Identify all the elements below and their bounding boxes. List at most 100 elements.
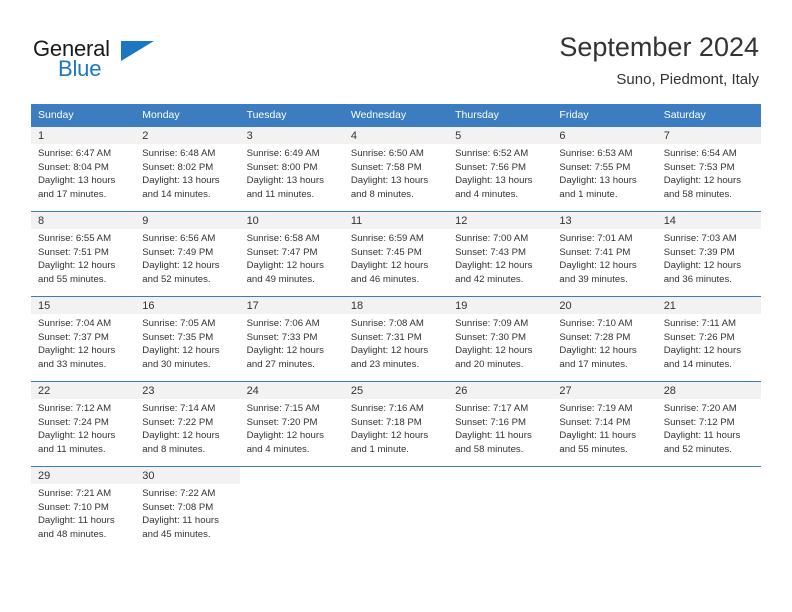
daylight-text-line1: Daylight: 12 hours xyxy=(142,260,220,272)
calendar-week-row: 1 Sunrise: 6:47 AM Sunset: 8:04 PM Daylight… xyxy=(31,126,761,212)
logo-flag-icon xyxy=(121,41,154,61)
day-cell[interactable]: 12 Sunrise: 7:00 AM Sunset: 7:43 PM Dayligh… xyxy=(448,211,553,297)
page-subtitle: Suno, Piedmont, Italy xyxy=(616,71,759,88)
day-cell[interactable]: 8 Sunrise: 6:55 AM Sunset: 7:51 PM Daylight… xyxy=(31,211,136,297)
day-details: Sunrise: 7:09 AM Sunset: 7:30 PM Daylight:… xyxy=(448,314,552,371)
sunrise-text: Sunrise: 7:17 AM xyxy=(455,403,529,414)
day-number: 3 xyxy=(239,127,344,144)
day-number: 10 xyxy=(239,212,344,229)
day-details: Sunrise: 7:15 AM Sunset: 7:20 PM Daylight:… xyxy=(240,399,344,456)
day-details: Sunrise: 7:04 AM Sunset: 7:37 PM Daylight:… xyxy=(31,314,135,371)
daylight-text-line2: and 58 minutes. xyxy=(663,188,732,200)
day-cell[interactable]: 11 Sunrise: 6:59 AM Sunset: 7:45 PM Dayligh… xyxy=(343,211,449,297)
sunset-text: Sunset: 7:10 PM xyxy=(38,501,109,513)
daylight-text-line1: Daylight: 11 hours xyxy=(663,430,741,442)
daylight-text-line1: Daylight: 12 hours xyxy=(38,430,116,442)
day-cell[interactable]: 28 Sunrise: 7:20 AM Sunset: 7:12 PM Dayligh… xyxy=(656,381,761,467)
daylight-text-line1: Daylight: 11 hours xyxy=(559,430,637,442)
calendar-week-row: 15 Sunrise: 7:04 AM Sunset: 7:37 PM Dayligh… xyxy=(31,296,761,382)
sunset-text: Sunset: 7:35 PM xyxy=(142,331,214,343)
sunrise-text: Sunrise: 6:48 AM xyxy=(142,148,216,159)
sunset-text: Sunset: 7:24 PM xyxy=(38,416,109,428)
day-cell[interactable]: 7 Sunrise: 6:54 AM Sunset: 7:53 PM Daylight… xyxy=(656,126,761,212)
page-header: General Blue September 2024 Suno, Piedmo… xyxy=(0,0,792,100)
daylight-text-line1: Daylight: 12 hours xyxy=(663,175,742,187)
day-cell-empty xyxy=(448,466,553,551)
day-cell[interactable]: 14 Sunrise: 7:03 AM Sunset: 7:39 PM Dayligh… xyxy=(656,211,761,297)
daylight-text-line2: and 49 minutes. xyxy=(246,273,315,285)
daylight-text-line2: and 42 minutes. xyxy=(455,273,524,285)
day-cell[interactable]: 6 Sunrise: 6:53 AM Sunset: 7:55 PM Daylight… xyxy=(552,126,657,212)
day-cell[interactable]: 2 Sunrise: 6:48 AM Sunset: 8:02 PM Daylight… xyxy=(135,126,240,212)
generalblue-logo[interactable]: General Blue xyxy=(33,36,213,84)
daylight-text-line1: Daylight: 12 hours xyxy=(38,260,116,272)
day-details: Sunrise: 7:05 AM Sunset: 7:35 PM Daylight:… xyxy=(135,314,239,371)
day-cell-empty xyxy=(239,466,344,551)
daylight-text-line2: and 36 minutes. xyxy=(663,273,732,285)
day-cell[interactable]: 26 Sunrise: 7:17 AM Sunset: 7:16 PM Dayligh… xyxy=(448,381,553,467)
day-cell[interactable]: 3 Sunrise: 6:49 AM Sunset: 8:00 PM Daylight… xyxy=(239,126,344,212)
daylight-text-line2: and 39 minutes. xyxy=(559,273,628,285)
sunrise-text: Sunrise: 6:47 AM xyxy=(38,148,112,159)
daylight-text-line2: and 8 minutes. xyxy=(142,443,206,455)
calendar-table: Sunday Monday Tuesday Wednesday Thursday… xyxy=(31,104,761,551)
day-cell[interactable]: 9 Sunrise: 6:56 AM Sunset: 7:49 PM Daylight… xyxy=(135,211,240,297)
sunrise-text: Sunrise: 7:19 AM xyxy=(559,403,633,414)
day-cell[interactable]: 25 Sunrise: 7:16 AM Sunset: 7:18 PM Dayligh… xyxy=(343,381,449,467)
daylight-text-line1: Daylight: 12 hours xyxy=(246,430,324,442)
day-cell-empty xyxy=(552,466,657,551)
day-cell[interactable]: 4 Sunrise: 6:50 AM Sunset: 7:58 PM Daylight… xyxy=(343,126,449,212)
daylight-text-line2: and 55 minutes. xyxy=(38,273,107,285)
daylight-text-line2: and 52 minutes. xyxy=(663,443,732,455)
weekday-header-saturday: Saturday xyxy=(656,104,761,127)
daylight-text-line2: and 14 minutes. xyxy=(663,358,732,370)
day-details: Sunrise: 6:55 AM Sunset: 7:51 PM Daylight:… xyxy=(31,229,135,286)
day-details: Sunrise: 6:53 AM Sunset: 7:55 PM Daylight:… xyxy=(552,144,656,201)
day-cell[interactable]: 29 Sunrise: 7:21 AM Sunset: 7:10 PM Dayligh… xyxy=(31,466,136,551)
daylight-text-line2: and 4 minutes. xyxy=(246,443,310,455)
day-number xyxy=(448,467,552,484)
daylight-text-line2: and 33 minutes. xyxy=(38,358,107,370)
sunrise-text: Sunrise: 7:06 AM xyxy=(246,318,320,329)
day-cell[interactable]: 5 Sunrise: 6:52 AM Sunset: 7:56 PM Daylight… xyxy=(448,126,553,212)
day-number: 24 xyxy=(239,382,344,399)
day-cell[interactable]: 13 Sunrise: 7:01 AM Sunset: 7:41 PM Dayligh… xyxy=(552,211,657,297)
day-cell[interactable]: 22 Sunrise: 7:12 AM Sunset: 7:24 PM Dayligh… xyxy=(31,381,136,467)
day-cell[interactable]: 23 Sunrise: 7:14 AM Sunset: 7:22 PM Dayligh… xyxy=(135,381,240,467)
sunset-text: Sunset: 7:16 PM xyxy=(455,416,527,428)
sunrise-text: Sunrise: 6:59 AM xyxy=(350,233,424,244)
day-cell[interactable]: 24 Sunrise: 7:15 AM Sunset: 7:20 PM Dayligh… xyxy=(239,381,344,467)
day-cell[interactable]: 21 Sunrise: 7:11 AM Sunset: 7:26 PM Dayligh… xyxy=(656,296,761,382)
day-number: 17 xyxy=(239,297,344,314)
day-details: Sunrise: 6:54 AM Sunset: 7:53 PM Daylight:… xyxy=(657,144,761,201)
day-number: 13 xyxy=(552,212,657,229)
day-cell[interactable]: 20 Sunrise: 7:10 AM Sunset: 7:28 PM Dayligh… xyxy=(552,296,657,382)
sunset-text: Sunset: 7:39 PM xyxy=(663,246,735,258)
sunset-text: Sunset: 7:41 PM xyxy=(559,246,631,258)
day-cell[interactable]: 27 Sunrise: 7:19 AM Sunset: 7:14 PM Dayligh… xyxy=(552,381,657,467)
day-cell[interactable]: 1 Sunrise: 6:47 AM Sunset: 8:04 PM Daylight… xyxy=(31,126,136,212)
day-number: 16 xyxy=(135,297,240,314)
daylight-text-line1: Daylight: 12 hours xyxy=(455,260,533,272)
daylight-text-line2: and 55 minutes. xyxy=(559,443,628,455)
day-cell[interactable]: 30 Sunrise: 7:22 AM Sunset: 7:08 PM Dayligh… xyxy=(135,466,240,551)
sunset-text: Sunset: 7:30 PM xyxy=(455,331,527,343)
sunrise-text: Sunrise: 7:04 AM xyxy=(38,318,112,329)
day-cell[interactable]: 15 Sunrise: 7:04 AM Sunset: 7:37 PM Dayligh… xyxy=(31,296,136,382)
sunrise-text: Sunrise: 6:55 AM xyxy=(38,233,112,244)
day-details: Sunrise: 6:48 AM Sunset: 8:02 PM Daylight:… xyxy=(135,144,239,201)
day-number: 12 xyxy=(448,212,553,229)
day-number: 21 xyxy=(656,297,761,314)
day-cell[interactable]: 19 Sunrise: 7:09 AM Sunset: 7:30 PM Dayligh… xyxy=(448,296,553,382)
day-cell[interactable]: 17 Sunrise: 7:06 AM Sunset: 7:33 PM Dayligh… xyxy=(239,296,344,382)
sunset-text: Sunset: 7:20 PM xyxy=(246,416,318,428)
day-cell[interactable]: 16 Sunrise: 7:05 AM Sunset: 7:35 PM Dayligh… xyxy=(135,296,240,382)
day-details: Sunrise: 7:12 AM Sunset: 7:24 PM Daylight:… xyxy=(31,399,135,456)
day-cell[interactable]: 18 Sunrise: 7:08 AM Sunset: 7:31 PM Dayligh… xyxy=(343,296,449,382)
day-details: Sunrise: 7:01 AM Sunset: 7:41 PM Daylight:… xyxy=(552,229,656,286)
daylight-text-line1: Daylight: 13 hours xyxy=(455,175,533,187)
daylight-text-line1: Daylight: 13 hours xyxy=(142,175,220,187)
day-cell[interactable]: 10 Sunrise: 6:58 AM Sunset: 7:47 PM Dayligh… xyxy=(239,211,344,297)
weekday-header-sunday: Sunday xyxy=(31,104,136,127)
sunrise-text: Sunrise: 6:53 AM xyxy=(559,148,633,159)
